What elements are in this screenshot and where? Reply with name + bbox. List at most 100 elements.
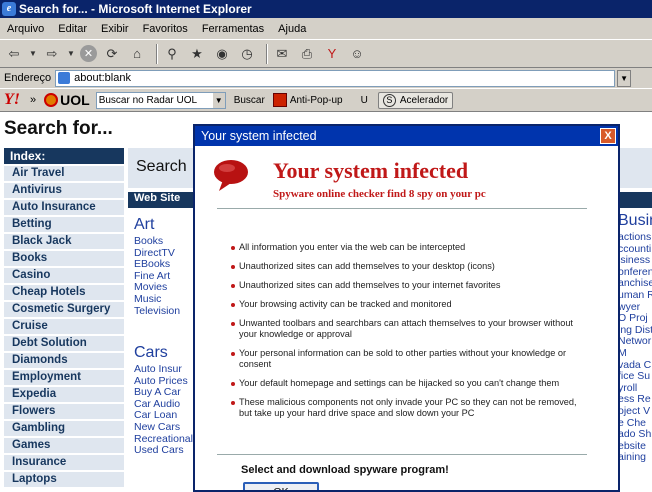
category-list-cars: Auto Insur Auto Prices Buy A Car Car Aud… [134,363,193,457]
warning-list: All information you enter via the web ca… [231,242,586,427]
home-icon[interactable]: ⌂ [127,44,147,64]
forward-arrow-icon[interactable]: ⇨ [42,44,62,64]
uol-logo-icon [44,93,59,107]
category-link[interactable]: Auto Insur [134,363,193,376]
index-link-expedia[interactable]: Expedia [4,386,124,402]
menu-ajuda[interactable]: Ajuda [271,23,313,35]
address-dropdown-icon[interactable]: ▼ [617,69,632,87]
uol-search-select[interactable]: Buscar no Radar UOL ▼ [95,91,226,109]
category-link[interactable]: Music [134,293,180,306]
mail-icon[interactable]: ✉ [272,44,292,64]
menu-bar: Arquivo Editar Exibir Favoritos Ferramen… [0,18,652,40]
index-link-games[interactable]: Games [4,437,124,453]
refresh-icon[interactable]: ⟳ [102,44,122,64]
index-link-betting[interactable]: Betting [4,216,124,232]
warning-item: Your personal information can be sold to… [231,348,586,370]
index-link-insurance[interactable]: Insurance [4,454,124,470]
anti-popup-button[interactable]: Anti-Pop-up [272,93,343,107]
speech-bubble-icon [214,160,248,191]
standard-toolbar: ⇦ ▼ ⇨ ▼ ✕ ⟳ ⌂ ⚲ ★ ◉ ◷ ✉ ⎙ Y ☺ [0,40,652,68]
index-link-flowers[interactable]: Flowers [4,403,124,419]
back-dropdown-icon[interactable]: ▼ [29,44,37,64]
category-title-art[interactable]: Art [134,216,154,234]
index-link-cosmetic-surgery[interactable]: Cosmetic Surgery [4,301,124,317]
index-link-cruise[interactable]: Cruise [4,318,124,334]
menu-ferramentas[interactable]: Ferramentas [195,23,271,35]
index-link-diamonds[interactable]: Diamonds [4,352,124,368]
dialog-heading: Your system infected [273,158,469,183]
uol-label: UOL [60,92,90,108]
stop-icon[interactable]: ✕ [80,45,97,62]
category-link[interactable]: aining [618,452,652,464]
uol-button[interactable]: UOL [44,92,90,108]
toolbar-separator [156,43,158,64]
category-link[interactable]: O Proj [618,313,652,325]
index-link-black-jack[interactable]: Black Jack [4,233,124,249]
address-input[interactable]: about:blank [55,69,616,87]
index-link-books[interactable]: Books [4,250,124,266]
ok-button[interactable]: OK [243,482,319,490]
yahoo-toolbar-icon[interactable]: Y [322,44,342,64]
menu-arquivo[interactable]: Arquivo [0,23,51,35]
toolbar-separator [266,43,268,64]
category-link[interactable]: ado Sh [618,428,652,441]
address-bar: Endereço about:blank ▼ [0,68,652,88]
category-link[interactable]: Television [134,305,180,318]
category-link[interactable]: uman R [618,289,652,302]
dialog-subheading: Spyware online checker find 8 spy on you… [273,188,486,200]
category-link[interactable]: fice Su [618,371,652,383]
index-link-cheap-hotels[interactable]: Cheap Hotels [4,284,124,300]
buscar-label: Buscar [233,94,265,106]
accelerator-icon: S [382,93,396,107]
close-icon[interactable]: X [600,128,616,144]
warning-item: All information you enter via the web ca… [231,242,586,253]
divider [217,208,587,209]
index-link-debt-solution[interactable]: Debt Solution [4,335,124,351]
menu-exibir[interactable]: Exibir [94,23,136,35]
dialog-title: Your system infected [201,129,317,143]
warning-item: Unauthorized sites can add themselves to… [231,261,586,272]
links-toolbar: Y! » UOL Buscar no Radar UOL ▼ Buscar An… [0,88,652,112]
print-icon[interactable]: ⎙ [297,44,317,64]
warning-item: These malicious components not only inva… [231,397,586,419]
media-icon[interactable]: ◉ [212,44,232,64]
category-link[interactable]: oject V [618,405,652,418]
category-link[interactable]: actions [618,231,652,244]
yahoo-logo[interactable]: Y! [4,91,20,109]
address-value: about:blank [74,72,131,84]
warning-item: Your browsing activity can be tracked an… [231,299,586,310]
index-link-employment[interactable]: Employment [4,369,124,385]
index-link-auto-insurance[interactable]: Auto Insurance [4,199,124,215]
menu-editar[interactable]: Editar [51,23,94,35]
anti-popup-icon [272,93,287,107]
category-link[interactable]: Books [134,235,180,248]
menu-favoritos[interactable]: Favoritos [136,23,195,35]
category-link[interactable]: New Cars [134,421,193,434]
index-link-laptops[interactable]: Laptops [4,471,124,487]
search-label: Search [136,158,187,175]
acelerador-button[interactable]: S Acelerador [377,91,454,109]
index-link-casino[interactable]: Casino [4,267,124,283]
ie-logo-icon: e [2,2,16,16]
category-link[interactable]: M [618,347,652,360]
search-icon[interactable]: ⚲ [162,44,182,64]
back-arrow-icon[interactable]: ⇦ [4,44,24,64]
history-icon[interactable]: ◷ [237,44,257,64]
category-link[interactable]: Used Cars [134,445,193,457]
acelerador-label: Acelerador [399,94,449,106]
messenger-icon[interactable]: ☺ [347,44,367,64]
dialog-body: Your system infected Spyware online chec… [195,146,618,490]
category-column-business: Busine actions ccounti isiness onferen a… [618,212,652,464]
category-title-cars[interactable]: Cars [134,344,168,362]
buscar-button[interactable]: Buscar [234,95,265,106]
u-button[interactable]: U [361,95,368,106]
index-link-antivirus[interactable]: Antivirus [4,182,124,198]
forward-dropdown-icon[interactable]: ▼ [67,44,75,64]
index-link-gambling[interactable]: Gambling [4,420,124,436]
window-titlebar: e Search for... - Microsoft Internet Exp… [0,0,652,18]
category-title-business[interactable]: Busine [618,212,652,230]
favorites-icon[interactable]: ★ [187,44,207,64]
index-link-air-travel[interactable]: Air Travel [4,165,124,181]
window-title: Search for... - Microsoft Internet Explo… [19,2,252,16]
toolbar-chevron-icon[interactable]: » [30,94,36,106]
